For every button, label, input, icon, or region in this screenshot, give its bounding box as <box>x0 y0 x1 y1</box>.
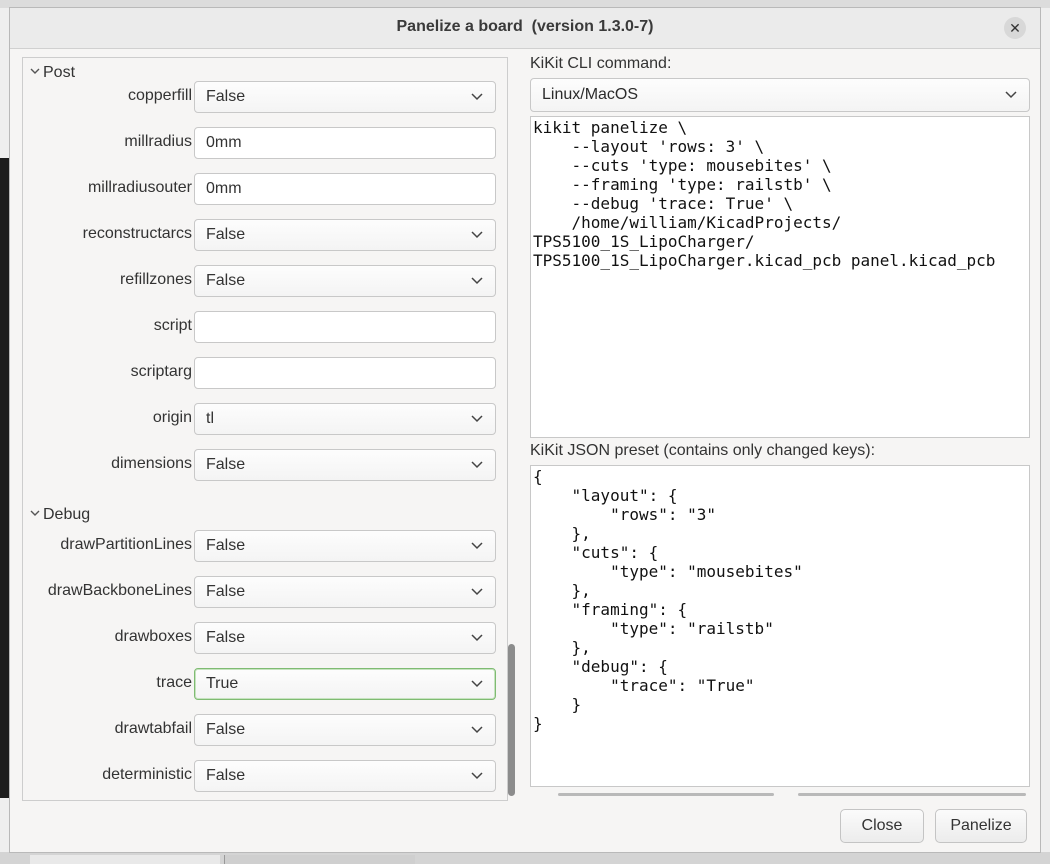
field-label-drawboxes: drawboxes <box>114 628 192 645</box>
dimensions-select[interactable]: False <box>194 449 496 481</box>
deterministic-select[interactable]: False <box>194 760 496 792</box>
millradiusouter-input[interactable]: 0mm <box>194 173 496 205</box>
field-label-trace: trace <box>156 674 192 691</box>
os-select-value: Linux/MacOS <box>542 86 639 103</box>
field-label-copperfill: copperfill <box>127 87 192 104</box>
panelize-button[interactable]: Panelize <box>935 809 1027 843</box>
drawpartitionlines-value: False <box>206 537 246 554</box>
millradius-input[interactable]: 0mm <box>194 127 496 159</box>
chevron-down-icon <box>471 231 483 239</box>
field-label-dimensions: dimensions <box>111 455 192 472</box>
chevron-down-icon <box>30 510 40 516</box>
field-label-drawtabfail: drawtabfail <box>114 720 192 737</box>
json-preset-text[interactable]: { "layout": { "rows": "3" }, "cuts": { "… <box>530 465 1030 787</box>
json-scrollbar[interactable] <box>798 793 1026 796</box>
chevron-down-icon <box>471 772 483 780</box>
origin-value: tl <box>206 410 214 427</box>
chevron-down-icon <box>471 93 483 101</box>
chevron-down-icon <box>471 415 483 423</box>
chevron-down-icon <box>471 680 483 688</box>
section-post-title: Post <box>43 64 76 81</box>
millradius-value: 0mm <box>206 134 242 151</box>
origin-select[interactable]: tl <box>194 403 496 435</box>
field-label-drawpartitionlines: drawPartitionLines <box>60 536 192 553</box>
taskbar <box>0 852 1050 864</box>
drawboxes-value: False <box>206 629 246 646</box>
copperfill-select[interactable]: False <box>194 81 496 113</box>
field-label-reconstructarcs: reconstructarcs <box>82 225 192 242</box>
close-button[interactable]: Close <box>840 809 924 843</box>
section-debug-title: Debug <box>43 506 91 523</box>
chevron-down-icon <box>1005 91 1017 99</box>
chevron-down-icon <box>471 726 483 734</box>
dialog-titlebar: Panelize a board (version 1.3.0-7) ✕ <box>10 8 1040 49</box>
script-input[interactable] <box>194 311 496 343</box>
copperfill-value: False <box>206 88 246 105</box>
field-label-refillzones: refillzones <box>119 271 192 288</box>
millradiusouter-value: 0mm <box>206 180 242 197</box>
os-select[interactable]: Linux/MacOS <box>530 78 1030 112</box>
close-icon[interactable]: ✕ <box>1004 17 1026 39</box>
drawtabfail-value: False <box>206 721 246 738</box>
chevron-down-icon <box>471 277 483 285</box>
drawtabfail-select[interactable]: False <box>194 714 496 746</box>
settings-scrollbar[interactable] <box>508 644 515 796</box>
drawboxes-select[interactable]: False <box>194 622 496 654</box>
chevron-down-icon <box>30 68 40 74</box>
field-label-millradius: millradius <box>124 133 192 150</box>
chevron-down-icon <box>471 542 483 550</box>
json-preset-label: KiKit JSON preset (contains only changed… <box>530 442 876 459</box>
drawbackbonelines-select[interactable]: False <box>194 576 496 608</box>
dimensions-value: False <box>206 456 246 473</box>
trace-value: True <box>206 675 239 692</box>
chevron-down-icon <box>471 588 483 596</box>
field-label-millradiusouter: millradiusouter <box>87 179 192 196</box>
panelize-dialog: Panelize a board (version 1.3.0-7) ✕ Pos… <box>10 8 1040 852</box>
reconstructarcs-value: False <box>206 226 246 243</box>
cli-scrollbar[interactable] <box>558 793 774 796</box>
settings-panel: Post copperfill False millradius 0mm millrad… <box>22 57 508 801</box>
drawbackbonelines-value: False <box>206 583 246 600</box>
desktop-top-bar <box>0 0 1050 8</box>
trace-select[interactable]: True <box>194 668 496 700</box>
field-label-origin: origin <box>152 409 192 426</box>
field-label-drawbackbonelines: drawBackboneLines <box>47 582 192 599</box>
chevron-down-icon <box>471 461 483 469</box>
deterministic-value: False <box>206 767 246 784</box>
field-label-scriptarg: scriptarg <box>130 363 192 380</box>
cli-command-text[interactable]: kikit panelize \ --layout 'rows: 3' \ --… <box>530 116 1030 438</box>
drawpartitionlines-select[interactable]: False <box>194 530 496 562</box>
taskbar-item[interactable] <box>30 855 220 864</box>
refillzones-select[interactable]: False <box>194 265 496 297</box>
refillzones-value: False <box>206 272 246 289</box>
cli-label: KiKit CLI command: <box>530 55 672 72</box>
reconstructarcs-select[interactable]: False <box>194 219 496 251</box>
taskbar-item[interactable] <box>224 855 415 864</box>
dialog-title: Panelize a board (version 1.3.0-7) <box>396 18 654 35</box>
field-label-script: script <box>153 317 192 334</box>
chevron-down-icon <box>471 634 483 642</box>
field-label-deterministic: deterministic <box>102 766 192 783</box>
scriptarg-input[interactable] <box>194 357 496 389</box>
